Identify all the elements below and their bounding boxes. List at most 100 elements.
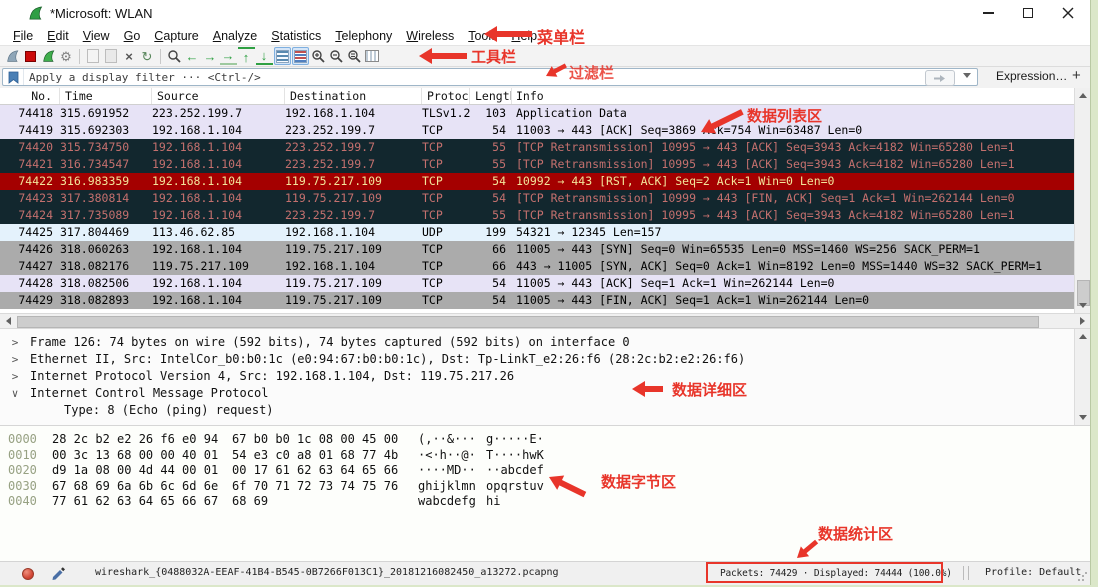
- detail-line[interactable]: > Ethernet II, Src: IntelCor_b0:b0:1c (e0…: [0, 351, 1070, 368]
- packet-row-74426[interactable]: 74426 318.060263 192.168.1.104 119.75.217.1…: [0, 241, 1075, 258]
- menu-item-telephony[interactable]: Telephony: [328, 29, 399, 43]
- hex-row[interactable]: 0040 77 61 62 63 64 65 66 67 68 69 wabcdefg…: [0, 494, 556, 510]
- hex-row[interactable]: 0010 00 3c 13 68 00 00 40 01 54 e3 c0 a8 0…: [0, 448, 556, 464]
- find-packet-icon[interactable]: [166, 47, 183, 65]
- menu-item-tools[interactable]: Tools: [461, 29, 504, 43]
- reload-file-icon[interactable]: ↻: [139, 47, 156, 65]
- auto-scroll-icon[interactable]: [273, 47, 291, 65]
- capture-options-icon[interactable]: ⚙: [58, 47, 75, 65]
- packet-row-74423[interactable]: 74423 317.380814 192.168.1.104 119.75.217.1…: [0, 190, 1075, 207]
- column-header-destination[interactable]: Destination: [285, 88, 422, 104]
- packet-cell: 318.082176: [60, 259, 130, 273]
- packet-cell: 119.75.217.109: [285, 191, 382, 205]
- menu-item-edit[interactable]: Edit: [40, 29, 76, 43]
- packet-cell: 192.168.1.104: [152, 242, 243, 256]
- open-file-icon[interactable]: [85, 47, 102, 65]
- go-forward-icon[interactable]: →: [202, 47, 219, 65]
- packet-row-74421[interactable]: 74421 316.734547 192.168.1.104 223.252.199.…: [0, 156, 1075, 173]
- menu-item-wireless[interactable]: Wireless: [399, 29, 461, 43]
- go-bottom-icon[interactable]: ↓: [255, 47, 273, 65]
- zoom-reset-icon[interactable]: [346, 47, 363, 65]
- packet-row-74420[interactable]: 74420 315.734750 192.168.1.104 223.252.199.…: [0, 139, 1075, 156]
- scroll-down-arrow[interactable]: [1075, 298, 1090, 313]
- packet-cell: TCP: [422, 242, 443, 256]
- scroll-up-arrow[interactable]: [1075, 88, 1090, 103]
- packet-cell: TCP: [422, 191, 443, 205]
- close-button[interactable]: [1048, 0, 1088, 26]
- minimize-button[interactable]: [968, 0, 1008, 26]
- detail-text: Frame 126: 74 bytes on wire (592 bits), …: [30, 335, 630, 349]
- capture-restart-icon[interactable]: [40, 47, 57, 65]
- profile-label[interactable]: Profile: Default: [985, 567, 1081, 578]
- menu-item-help[interactable]: Help: [504, 29, 544, 43]
- packet-cell: TCP: [422, 140, 443, 154]
- maximize-icon: [1023, 8, 1033, 18]
- scroll-left-arrow[interactable]: [0, 314, 16, 328]
- expand-arrow-icon[interactable]: >: [0, 368, 30, 385]
- expert-info-icon[interactable]: [22, 568, 34, 580]
- maximize-button[interactable]: [1008, 0, 1048, 26]
- column-header-length[interactable]: Length: [470, 88, 512, 104]
- expression-button[interactable]: Expression…: [996, 69, 1067, 83]
- packet-list-hscrollbar[interactable]: [0, 313, 1090, 329]
- packet-row-74425[interactable]: 74425 317.804469 113.46.62.85 192.168.1.104…: [0, 224, 1075, 241]
- menu-item-statistics[interactable]: Statistics: [264, 29, 328, 43]
- details-vscrollbar[interactable]: [1074, 329, 1090, 425]
- packet-row-74418[interactable]: 74418 315.691952 223.252.199.7 192.168.1.10…: [0, 105, 1075, 122]
- packet-cell: UDP: [422, 225, 443, 239]
- packet-cell: 119.75.217.109: [285, 242, 382, 256]
- filter-dropdown-caret[interactable]: [963, 73, 971, 78]
- hex-dump: 0000 28 2c b2 e2 26 f6 e0 94 67 b0 b0 1c 0…: [0, 432, 556, 510]
- zoom-in-icon[interactable]: [310, 47, 327, 65]
- expand-arrow-icon[interactable]: >: [0, 334, 30, 351]
- packet-row-74424[interactable]: 74424 317.735089 192.168.1.104 223.252.199.…: [0, 207, 1075, 224]
- packet-row-74422[interactable]: 74422 316.983359 192.168.1.104 119.75.217.1…: [0, 173, 1075, 190]
- scroll-down-arrow[interactable]: [1075, 410, 1090, 425]
- column-header-source[interactable]: Source: [152, 88, 285, 104]
- menu-item-file[interactable]: File: [6, 29, 40, 43]
- packet-list-vscrollbar[interactable]: [1074, 88, 1090, 313]
- packet-cell: 74421: [18, 157, 53, 171]
- packet-row-74419[interactable]: 74419 315.692303 192.168.1.104 223.252.199.…: [0, 122, 1075, 139]
- detail-line[interactable]: > Internet Protocol Version 4, Src: 192.1…: [0, 368, 1070, 385]
- detail-line[interactable]: ∨ Internet Control Message Protocol: [0, 385, 1070, 402]
- go-to-packet-icon[interactable]: →: [219, 47, 237, 65]
- column-header-info[interactable]: Info: [512, 88, 1075, 104]
- capture-comment-icon[interactable]: [52, 566, 66, 585]
- go-back-icon[interactable]: ←: [184, 47, 201, 65]
- menu-item-analyze[interactable]: Analyze: [206, 29, 264, 43]
- menu-item-view[interactable]: View: [76, 29, 117, 43]
- packet-row-74428[interactable]: 74428 318.082506 192.168.1.104 119.75.217.1…: [0, 275, 1075, 292]
- go-top-icon[interactable]: ↑: [237, 47, 255, 65]
- colorize-icon[interactable]: [291, 47, 309, 65]
- packet-cell: TLSv1.2: [422, 106, 470, 120]
- column-header-time[interactable]: Time: [60, 88, 152, 104]
- hex-row[interactable]: 0030 67 68 69 6a 6b 6c 6d 6e 6f 70 71 72 7…: [0, 479, 556, 495]
- menu-item-capture[interactable]: Capture: [147, 29, 205, 43]
- detail-line[interactable]: Type: 8 (Echo (ping) request): [0, 402, 1070, 419]
- scroll-thumb[interactable]: [17, 316, 1039, 328]
- hex-row[interactable]: 0000 28 2c b2 e2 26 f6 e0 94 67 b0 b0 1c 0…: [0, 432, 556, 448]
- save-file-icon[interactable]: [103, 47, 120, 65]
- resize-columns-icon[interactable]: [364, 47, 381, 65]
- scroll-up-arrow[interactable]: [1075, 329, 1090, 344]
- packet-row-74427[interactable]: 74427 318.082176 119.75.217.109 192.168.1.1…: [0, 258, 1075, 275]
- detail-line[interactable]: > Frame 126: 74 bytes on wire (592 bits),…: [0, 334, 1070, 351]
- capture-start-icon[interactable]: [4, 47, 21, 65]
- packet-cell: Application Data: [516, 106, 627, 120]
- display-filter-input[interactable]: Apply a display filter ··· <Ctrl-/>: [2, 68, 978, 86]
- bookmark-icon[interactable]: [3, 69, 24, 85]
- add-filter-button[interactable]: +: [1072, 67, 1081, 84]
- hex-row[interactable]: 0020 d9 1a 08 00 4d 44 00 01 00 17 61 62 6…: [0, 463, 556, 479]
- close-file-icon[interactable]: ×: [121, 47, 138, 65]
- column-header-protocol[interactable]: Protocol: [422, 88, 470, 104]
- expand-arrow-icon[interactable]: >: [0, 351, 30, 368]
- capture-stop-icon[interactable]: [22, 47, 39, 65]
- zoom-out-icon[interactable]: [328, 47, 345, 65]
- menu-item-go[interactable]: Go: [117, 29, 148, 43]
- packet-row-74429[interactable]: 74429 318.082893 192.168.1.104 119.75.217.1…: [0, 292, 1075, 309]
- expand-arrow-icon[interactable]: ∨: [0, 385, 30, 402]
- column-header-no[interactable]: No.: [0, 88, 60, 104]
- apply-filter-button[interactable]: [925, 70, 955, 86]
- scroll-right-arrow[interactable]: [1074, 314, 1090, 328]
